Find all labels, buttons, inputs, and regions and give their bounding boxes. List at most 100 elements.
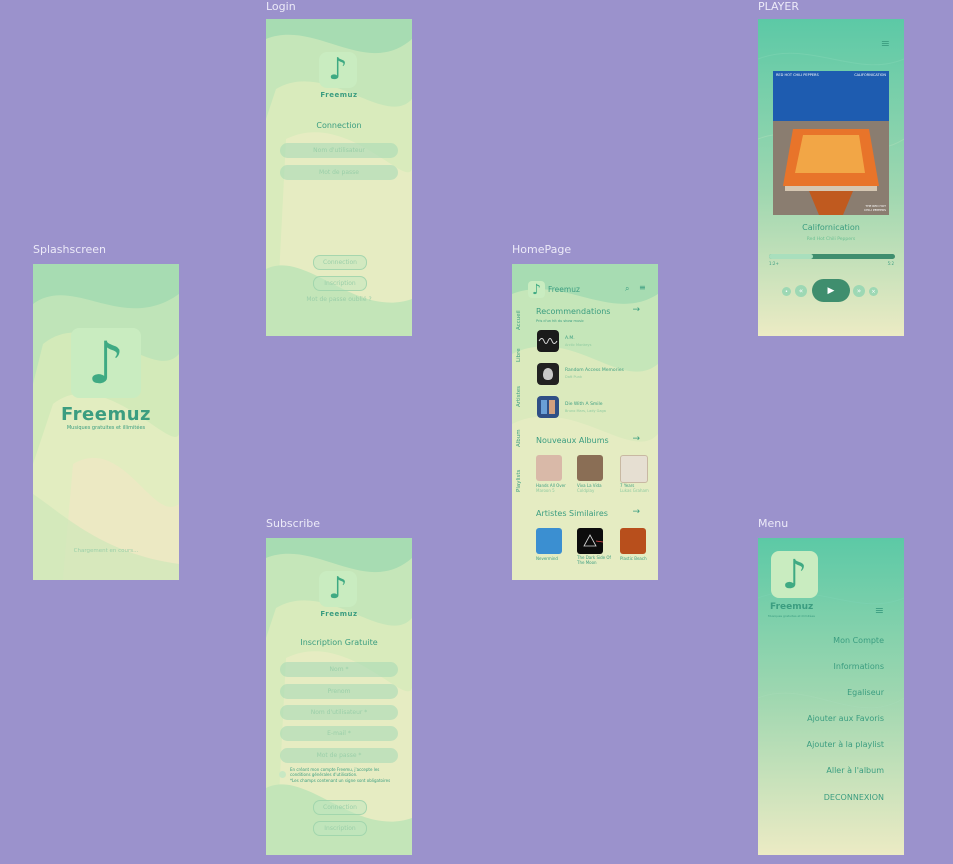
frame-label-menu: Menu xyxy=(758,517,789,530)
tab-libre[interactable]: Libre xyxy=(516,348,522,362)
album-cover-dsotm[interactable] xyxy=(577,528,604,554)
subscribe-screen: ♪ Freemuz Inscription Gratuite Nom * Pre… xyxy=(266,538,412,855)
app-logo: ♪ xyxy=(319,52,357,88)
frame-label-player: PLAYER xyxy=(758,0,799,13)
menu-item-go-album[interactable]: Aller à l'album xyxy=(826,766,884,775)
register-button[interactable]: Inscription xyxy=(313,276,367,291)
recommendations-title: Recommendations xyxy=(536,307,611,316)
rec-title: Random Access Memories xyxy=(565,368,624,373)
register-button[interactable]: Inscription xyxy=(313,821,367,836)
album-cover-viva[interactable] xyxy=(577,455,603,481)
recommendations-subtitle: Pris d'un hit du show music xyxy=(536,319,584,323)
album-artist: Lukas Graham xyxy=(620,488,649,493)
last-name-field[interactable]: Nom * xyxy=(280,662,398,677)
first-name-field[interactable]: Prenom xyxy=(280,684,398,699)
next-button[interactable]: » xyxy=(853,285,865,297)
connect-button[interactable]: Connection xyxy=(313,800,367,815)
new-albums-arrow-icon[interactable]: → xyxy=(632,434,640,444)
splash-screen: ♪ Freemuz Musiques gratuites et illimité… xyxy=(33,264,179,580)
rec-subtitle: Arctic Monkeys xyxy=(565,343,592,347)
app-tagline: Musiques gratuites et illimitées xyxy=(768,614,815,618)
menu-item-account[interactable]: Mon Compte xyxy=(833,636,884,645)
album-cover-plastic-beach[interactable] xyxy=(620,528,646,554)
album-cover-ram[interactable] xyxy=(537,363,559,385)
track-artist: Red Hot Chili Peppers xyxy=(806,237,856,242)
progress-bar[interactable] xyxy=(769,254,895,259)
music-note-icon: ♪ xyxy=(328,571,348,606)
required-note: *Les champs contenant un signe sont obli… xyxy=(290,778,391,783)
connect-button[interactable]: Connection xyxy=(313,255,367,270)
app-tagline: Musiques gratuites et illimitées xyxy=(66,425,146,431)
cover-band-text: RED HOT CHILI PEPPERS xyxy=(776,73,819,77)
terms-checkbox[interactable] xyxy=(279,771,286,778)
menu-icon[interactable]: ≡ xyxy=(875,604,884,617)
music-note-icon: ♪ xyxy=(532,281,541,298)
rec-subtitle: Bruno Mars, Lady Gaga xyxy=(565,409,606,413)
app-name: Freemuz xyxy=(770,602,814,612)
shuffle-button[interactable]: • xyxy=(782,287,791,296)
frame-label-splash: Splashscreen xyxy=(33,243,107,256)
menu-item-favorites[interactable]: Ajouter aux Favoris xyxy=(807,714,884,723)
repeat-button[interactable]: × xyxy=(869,287,878,296)
menu-screen: ♪ Freemuz Musiques gratuites et illimité… xyxy=(758,538,904,855)
username-field[interactable]: Nom d'utilisateur xyxy=(280,143,398,158)
password-field[interactable]: Mot de passe xyxy=(280,165,398,180)
time-current: 1:2+ xyxy=(769,261,779,266)
header-logo[interactable]: ♪ xyxy=(528,281,545,298)
time-total: 5:2 xyxy=(887,261,894,266)
cover-bottom-text: THE RED HOT CHILI PEPPERS xyxy=(864,204,886,212)
album-cover-dwas[interactable] xyxy=(537,396,559,418)
album-cover-hands[interactable] xyxy=(536,455,562,481)
password-field[interactable]: Mot de passe * xyxy=(280,748,398,763)
rec-title: Die With A Smile xyxy=(565,402,603,407)
login-title: Connection xyxy=(316,121,362,130)
frame-label-subscribe: Subscribe xyxy=(266,517,321,530)
frame-label-home: HomePage xyxy=(512,243,572,256)
tab-playlists[interactable]: Playlists xyxy=(516,470,522,492)
progress-fill xyxy=(769,254,814,259)
album-artist: Coldplay xyxy=(577,488,595,493)
menu-item-logout[interactable]: DECONNEXION xyxy=(824,793,884,802)
header-app-name: Freemuz xyxy=(548,285,580,294)
cover-title-text: CALIFORNICATION xyxy=(854,73,886,77)
album-title: The Dark Side Of The Moon xyxy=(577,555,611,565)
menu-item-add-playlist[interactable]: Ajouter à la playlist xyxy=(807,740,884,749)
album-cover-7years[interactable] xyxy=(620,455,648,483)
player-screen: ≡ RED HOT CHILI PEPPERS CALIFORNICATION … xyxy=(758,19,904,336)
username-field[interactable]: Nom d'utilisateur * xyxy=(280,705,398,720)
app-logo: ♪ xyxy=(71,328,141,398)
menu-icon[interactable]: ≡ xyxy=(639,283,646,292)
subscribe-title: Inscription Gratuite xyxy=(300,638,378,647)
album-title: Nevermind xyxy=(536,556,558,561)
app-name: Freemuz xyxy=(320,610,358,618)
app-name: Freemuz xyxy=(320,91,358,99)
similar-artists-title: Artistes Similaires xyxy=(536,509,608,518)
previous-button[interactable]: « xyxy=(795,285,807,297)
frame-label-login: Login xyxy=(266,0,296,13)
recommendations-arrow-icon[interactable]: → xyxy=(632,305,640,315)
waveform-icon xyxy=(538,338,558,344)
menu-item-info[interactable]: Informations xyxy=(834,662,884,671)
album-cover-nevermind[interactable] xyxy=(536,528,562,554)
album-artist: Maroon 5 xyxy=(536,488,555,493)
tab-album[interactable]: Album xyxy=(516,429,522,447)
app-name: Freemuz xyxy=(61,404,151,425)
similar-artists-arrow-icon[interactable]: → xyxy=(632,507,640,517)
new-albums-title: Nouveaux Albums xyxy=(536,436,609,445)
terms-text: En créant mon compte Freemu, j'accepte l… xyxy=(290,767,380,777)
forgot-password-link[interactable]: Mot de passe oublié ? xyxy=(266,296,412,303)
loading-text: Chargement en cours... xyxy=(73,548,139,554)
music-note-icon: ♪ xyxy=(328,52,348,87)
tab-accueil[interactable]: Accueil xyxy=(516,310,522,330)
play-button[interactable]: ▶ xyxy=(812,279,850,302)
tab-artistes[interactable]: Artistes xyxy=(516,386,522,407)
menu-item-equalizer[interactable]: Egaliseur xyxy=(847,688,884,697)
album-cover-californication: RED HOT CHILI PEPPERS CALIFORNICATION TH… xyxy=(773,71,889,215)
album-cover-am[interactable] xyxy=(537,330,559,352)
prism-icon xyxy=(583,534,604,547)
app-logo: ♪ xyxy=(319,571,357,607)
album-title: Plastic Beach xyxy=(620,556,647,561)
menu-icon[interactable]: ≡ xyxy=(881,37,890,50)
email-field[interactable]: E-mail * xyxy=(280,726,398,741)
search-icon[interactable]: ⌕ xyxy=(625,284,629,294)
